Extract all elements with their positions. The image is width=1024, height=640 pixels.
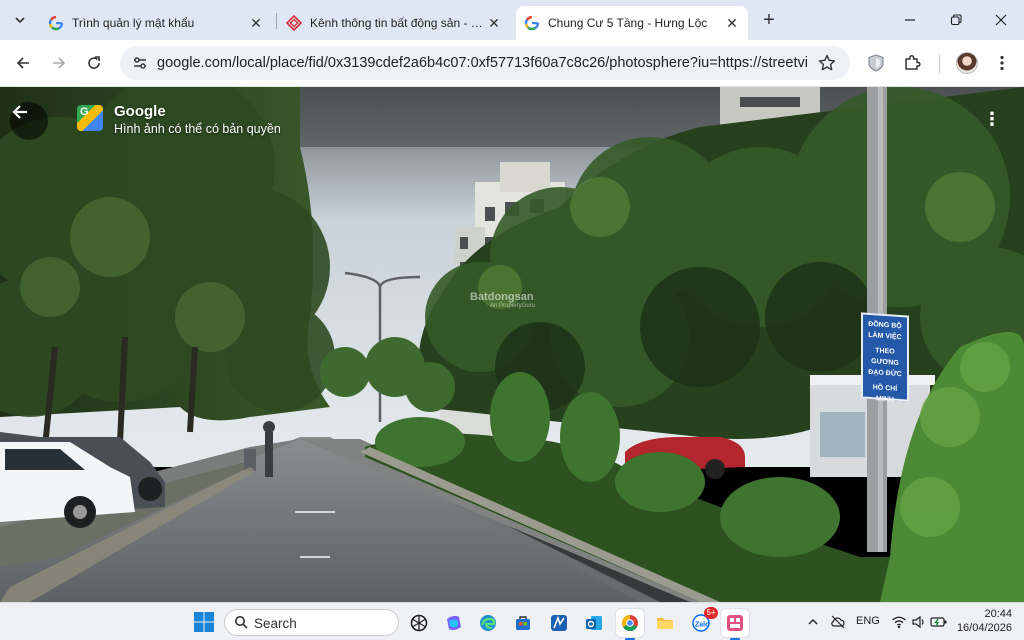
address-bar[interactable]: google.com/local/place/fid/0x3139cdef2a6… [120,46,850,80]
volume-tray[interactable] [910,613,928,631]
store-icon [516,616,530,630]
chrome-icon [622,615,638,632]
tab-title: Kênh thông tin bất động sản - Mua b [310,16,486,30]
chrome-app[interactable] [616,609,644,640]
close-tab-icon[interactable]: ✕ [486,15,502,31]
input-language[interactable]: ENG [856,615,880,627]
copilot-app[interactable] [440,609,468,637]
search-icon [235,616,248,629]
star-icon [818,54,836,71]
search-label: Search [254,616,297,631]
arrow-right-icon [53,57,66,69]
edge-icon [480,615,496,631]
back-button[interactable] [8,48,38,78]
tab-batdongsan[interactable]: Kênh thông tin bất động sản - Mua b ✕ [278,6,510,40]
tab-title: Trình quản lý mật khẩu [72,16,195,30]
close-window-button[interactable] [978,0,1024,40]
extension-shield-button[interactable] [864,51,888,75]
copilot-icon [447,615,461,631]
maps-app[interactable] [545,609,573,637]
google-g-icon [524,15,540,31]
site-info-button[interactable] [128,51,152,75]
tab-title: Chung Cư 5 Tầng - Hưng Lộc [548,16,708,30]
store-app[interactable] [509,609,537,637]
maps-icon [551,615,567,631]
toolbar-separator [939,54,940,74]
minimize-button[interactable] [887,0,933,40]
svg-text:Zalo: Zalo [695,622,709,629]
clock-date: 16/04/2026 [956,622,1012,634]
batdongsan-app-icon [727,615,743,631]
tab-password-manager[interactable]: Trình quản lý mật khẩu ✕ [40,6,272,40]
reload-button[interactable] [79,48,109,78]
chevron-up-icon [808,619,818,625]
viewer-subtitle: Hình ảnh có thể có bản quyền [114,122,281,136]
sign-line: HỒ CHÍ MINH [872,384,898,404]
new-tab-button[interactable]: + [757,8,781,32]
street-sign: ĐỒNG BỘ LÀM VIỆC THEO GƯƠNG ĐẠO ĐỨC HỒ C… [861,312,909,404]
battery-charging-icon [930,617,947,627]
file-explorer-app[interactable] [651,609,679,637]
speaker-icon [912,615,924,629]
restore-icon [950,14,962,26]
chrome-menu-button[interactable] [990,51,1014,75]
batdongsan-watermark: Batdongsan An PropertyGuru [470,291,535,309]
more-options-button[interactable]: ⋮ [980,107,1004,131]
taskbar-clock[interactable]: 20:44 16/04/2026 [950,607,1020,635]
puzzle-icon [905,54,921,70]
battery-tray[interactable] [930,613,948,631]
profile-avatar[interactable] [956,52,978,74]
minimize-icon [905,19,915,21]
taskbar-search[interactable]: Search [224,609,399,636]
show-hidden-icons[interactable] [804,613,822,631]
restore-button[interactable] [933,0,979,40]
network-off-tray[interactable] [829,613,847,631]
tab-search-button[interactable] [6,6,34,34]
shield-icon [868,54,884,72]
arrow-left-icon [16,57,29,69]
tune-icon [134,57,146,69]
reload-icon [88,56,100,69]
tab-separator [276,13,277,29]
tab-chung-cu[interactable]: Chung Cư 5 Tầng - Hưng Lộc ✕ [516,6,748,40]
outlook-app[interactable] [580,609,608,637]
batdongsan-icon [286,15,302,31]
zalo-notification-badge: 5+ [704,607,718,619]
clock-time: 20:44 [984,608,1012,620]
windows-start-icon[interactable] [193,611,215,633]
cloud-off-icon [831,615,845,629]
viewer-title: Google [114,103,166,120]
edge-app[interactable] [474,609,502,637]
batdongsan-app[interactable] [721,609,749,640]
forward-button[interactable] [44,48,74,78]
chatgpt-icon [410,614,428,632]
back-button[interactable] [10,102,48,140]
chevron-down-icon [15,17,25,24]
close-icon [995,14,1007,26]
browser-toolbar: google.com/local/place/fid/0x3139cdef2a6… [0,40,1024,87]
tab-strip: Trình quản lý mật khẩu ✕ Kênh thông tin … [0,0,1024,40]
wifi-icon [892,616,906,629]
google-g-icon [48,15,64,31]
wifi-tray[interactable] [890,613,908,631]
close-tab-icon[interactable]: ✕ [724,15,740,31]
sign-line: ĐỒNG BỘ LÀM VIỆC [868,320,902,342]
sign-line: THEO GƯƠNG ĐẠO ĐỨC [868,347,902,379]
outlook-icon [586,616,602,630]
bookmark-button[interactable] [816,52,838,74]
watermark-subtext: An PropertyGuru [490,303,536,309]
file-explorer-icon [657,618,673,629]
url-text[interactable]: google.com/local/place/fid/0x3139cdef2a6… [157,55,807,71]
chatgpt-app[interactable] [405,609,433,637]
windows-taskbar: Search Zalo 5+ ENG 20:44 16/04/2026 [0,602,1024,640]
watermark-text: Batdongsan [470,291,534,303]
google-maps-logo: G [77,105,103,131]
extensions-button[interactable] [900,51,924,75]
close-tab-icon[interactable]: ✕ [248,15,264,31]
street-view-panorama[interactable]: G Google Hình ảnh có thể có bản quyền ⋮ … [0,87,1024,602]
more-vertical-icon [1000,55,1004,71]
arrow-left-icon [12,105,27,119]
